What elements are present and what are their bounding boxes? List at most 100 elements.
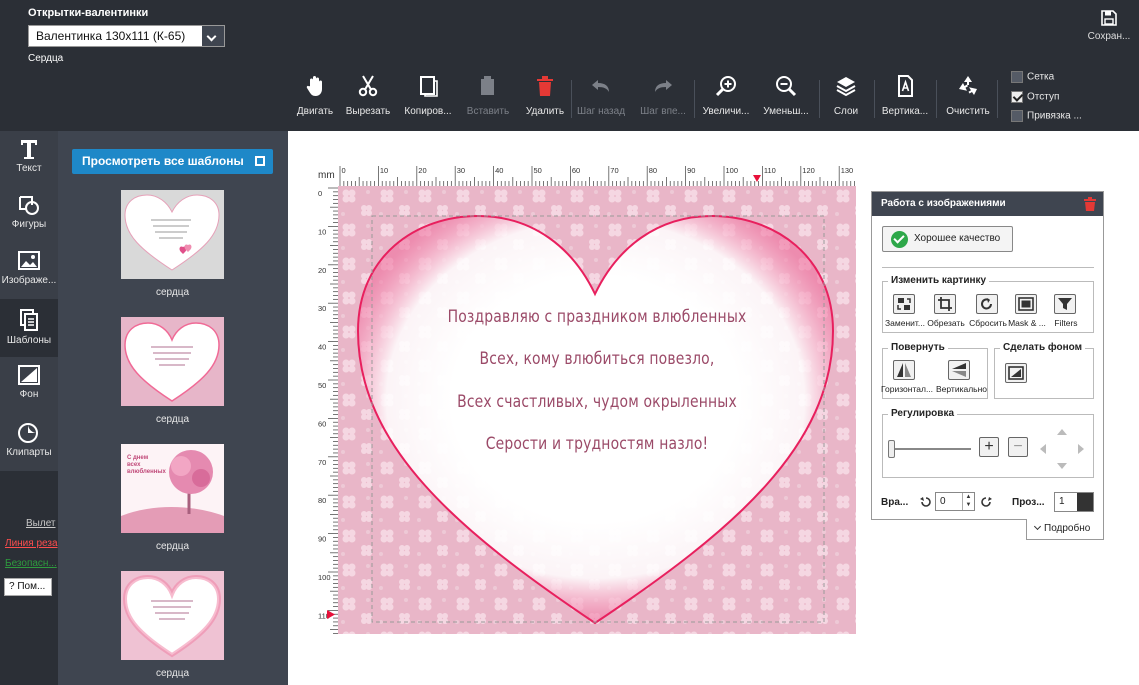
ruler-top-marker[interactable] [753, 175, 761, 182]
filters-button[interactable]: Filters [1054, 294, 1078, 328]
verse-line[interactable]: Всех счастливых, чудом окрыленных [385, 392, 810, 412]
template-thumbnail[interactable]: С днем всех влюбленных сердца [121, 444, 224, 552]
zoom-in-image-button[interactable]: + [979, 437, 999, 457]
scale-slider-track[interactable] [889, 448, 971, 450]
trash-icon[interactable] [1084, 197, 1096, 211]
delete-button[interactable]: Удалить [515, 72, 575, 117]
save-icon [1101, 10, 1117, 26]
template-caption: сердца [155, 414, 190, 425]
copy-button[interactable]: Копиров... [398, 72, 458, 117]
ruler-left-label: 60 [318, 419, 326, 428]
templates-panel: Просмотреть все шаблоны сердца сердца С … [58, 131, 288, 685]
zoom-out-label: Уменьш... [763, 106, 809, 117]
view-all-templates-button[interactable]: Просмотреть все шаблоны [72, 149, 273, 174]
zoom-in-icon [715, 76, 736, 97]
mask-button[interactable]: Mask & ... [1008, 294, 1046, 328]
left-nav: Текст Фигуры Изображе... Шаблоны Фон Кли… [0, 131, 58, 685]
layers-button[interactable]: Слои [816, 72, 876, 117]
nav-cliparts-label: Клипарты [6, 447, 52, 458]
crop-button[interactable]: Обрезать [927, 294, 965, 328]
redo-label: Шаг впе... [640, 106, 686, 117]
flip-horizontal-button[interactable]: Горизонтал... [881, 360, 933, 394]
paste-button[interactable]: Вставить [458, 72, 518, 117]
nav-images[interactable]: Изображе... [0, 243, 58, 299]
orientation-button[interactable]: Вертика... [875, 72, 935, 117]
ruler-left-label: 0 [318, 189, 322, 198]
template-thumbnail[interactable]: сердца [121, 317, 224, 425]
app-title: Открытки-валентинки [28, 7, 149, 19]
top-bar: Открытки-валентинки Валентинка 130х111 (… [0, 0, 1139, 131]
snap-option[interactable]: Привязка ... [1011, 110, 1082, 122]
adjust-title: Регулировка [888, 408, 958, 419]
ruler-left-label: 100 [318, 573, 331, 582]
ruler-top-label: 50 [534, 166, 542, 175]
rotation-spinner[interactable]: ▲ ▼ [962, 493, 974, 510]
save-button[interactable]: Сохран... [1079, 10, 1139, 42]
zoom-out-button[interactable]: Уменьш... [756, 72, 816, 117]
cut-button[interactable]: Вырезать [338, 72, 398, 117]
template-caption: сердца [155, 287, 190, 298]
chevron-down-icon [1033, 522, 1042, 531]
redo-button[interactable]: Шаг впе... [633, 72, 693, 117]
templates-icon [20, 309, 38, 331]
rotation-value: 0 [940, 496, 946, 507]
move-arrows-icon[interactable] [1038, 427, 1086, 471]
toolbar-separator [694, 80, 695, 118]
reset-button[interactable]: Сбросить [969, 294, 1007, 328]
safe-zone-legend[interactable]: Безопасн... [5, 558, 57, 569]
rotation-input[interactable]: 0 ▲ ▼ [935, 492, 975, 511]
opacity-select[interactable]: 1 [1054, 492, 1094, 512]
chevron-down-icon[interactable] [202, 26, 224, 46]
verse-line[interactable]: Всех, кому влюбиться повезло, [385, 349, 810, 369]
margin-label: Отступ [1027, 91, 1060, 103]
margin-checkbox[interactable] [1011, 91, 1023, 103]
flip-vertical-button[interactable]: Вертикально [936, 360, 987, 394]
background-icon [18, 365, 40, 385]
product-select[interactable]: Валентинка 130х111 (К-65) [28, 25, 225, 47]
nav-background[interactable]: Фон [0, 357, 58, 415]
rotate-left-icon[interactable] [920, 496, 932, 508]
flip-vertical-label: Вертикально [936, 384, 988, 394]
grid-icon [255, 156, 265, 166]
move-button[interactable]: Двигать [285, 72, 345, 117]
grid-label: Сетка [1027, 71, 1055, 83]
cutline-legend[interactable]: Линия реза [5, 538, 58, 549]
help-button[interactable]: ? Пом... [4, 578, 52, 596]
filters-label: Filters [1054, 318, 1078, 328]
nav-text[interactable]: Текст [0, 131, 58, 187]
rotate-right-icon[interactable] [980, 496, 992, 508]
shapes-icon [19, 196, 39, 215]
page-orientation-icon [898, 75, 913, 97]
background-icon [1005, 363, 1027, 383]
margin-option[interactable]: Отступ [1011, 91, 1059, 103]
undo-button[interactable]: Шаг назад [571, 72, 631, 117]
replace-image-button[interactable]: Заменит... [885, 294, 925, 328]
quality-button[interactable]: Хорошее качество [882, 226, 1013, 252]
clear-button[interactable]: Очистить [938, 72, 998, 117]
verse-line[interactable]: Поздравляю с праздником влюбленных [385, 307, 810, 327]
orientation-label: Вертика... [881, 106, 929, 117]
scale-slider-handle[interactable] [888, 440, 895, 458]
layers-icon [836, 77, 856, 97]
snap-checkbox[interactable] [1011, 110, 1023, 122]
zoom-out-image-button[interactable]: − [1008, 437, 1028, 457]
ruler-top-label: 80 [649, 166, 657, 175]
nav-templates[interactable]: Шаблоны [0, 301, 58, 357]
more-details-button[interactable]: Подробно [1026, 519, 1104, 540]
ruler-left-marker[interactable] [327, 610, 335, 619]
template-thumbnail[interactable]: сердца [121, 190, 224, 298]
nav-images-label: Изображе... [1, 275, 57, 286]
template-thumbnail[interactable]: сердца [121, 571, 224, 679]
bleed-legend[interactable]: Вылет [26, 518, 56, 529]
verse-line[interactable]: Серости и трудностям назло! [385, 434, 810, 454]
make-background-button[interactable] [1005, 363, 1029, 383]
zoom-in-button[interactable]: Увеличи... [696, 72, 756, 117]
grid-checkbox[interactable] [1011, 71, 1023, 83]
nav-shapes[interactable]: Фигуры [0, 187, 58, 243]
nav-cliparts[interactable]: Клипарты [0, 415, 58, 471]
flip-horizontal-icon [893, 360, 915, 380]
template-preview [121, 571, 224, 660]
ruler-left-label: 30 [318, 304, 326, 313]
grid-option[interactable]: Сетка [1011, 71, 1054, 83]
chevron-down-icon[interactable] [1077, 493, 1093, 511]
